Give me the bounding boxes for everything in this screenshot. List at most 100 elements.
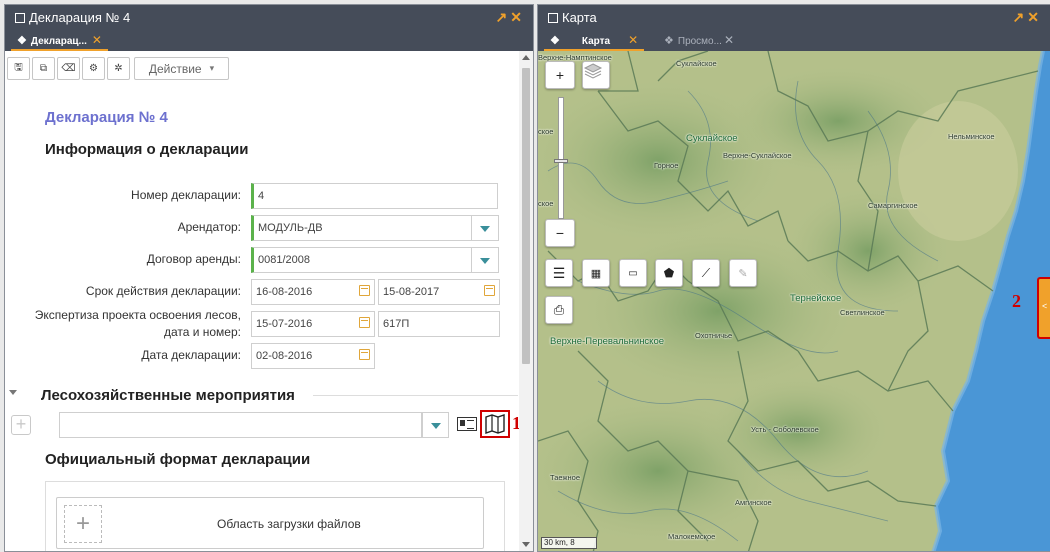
- scroll-thumb[interactable]: [522, 68, 530, 364]
- lease-dropdown-button[interactable]: [472, 247, 499, 273]
- print-button[interactable]: ⎙: [545, 296, 573, 324]
- zoom-slider[interactable]: [558, 97, 564, 219]
- cubes-icon: ❖: [664, 35, 674, 47]
- ruler-tool-button[interactable]: ▭: [619, 259, 647, 287]
- lease-select[interactable]: 0081/2008: [251, 247, 472, 273]
- menu-button[interactable]: ☰: [545, 259, 573, 287]
- vertical-scrollbar[interactable]: [519, 51, 533, 551]
- print-icon: ⎙: [553, 302, 565, 317]
- close-icon[interactable]: ✕: [1027, 9, 1042, 25]
- toolbar: 🖫 ⧉ ⌫ ⚙ ✲ Действие ▾: [7, 57, 229, 81]
- gears-icon: ⚙: [89, 63, 98, 74]
- edit-tool-button[interactable]: ✎: [729, 259, 757, 287]
- tab-close-icon[interactable]: ✕: [628, 33, 638, 47]
- cubes-icon: ❖: [17, 35, 27, 47]
- hamburger-icon: ☰: [552, 264, 566, 281]
- page-title: Декларация № 4: [45, 109, 168, 126]
- map-label: Верхне-Перевальнинское: [550, 336, 665, 347]
- window-restore-icon: [548, 13, 558, 23]
- number-field[interactable]: 4: [251, 183, 498, 209]
- tab-close-icon[interactable]: ✕: [92, 33, 102, 47]
- layers-icon: [583, 63, 603, 79]
- term-from-field[interactable]: 16-08-2016: [251, 279, 375, 305]
- eraser-button[interactable]: ⌫: [57, 57, 80, 80]
- expertise-number-field[interactable]: 617П: [378, 311, 500, 337]
- tab-preview[interactable]: ❖ Просмо... ✕: [658, 31, 740, 51]
- map-view[interactable]: Верхне-Намптинское Суклайское ское Сукла…: [538, 51, 1050, 551]
- grid-tool-button[interactable]: ▦: [582, 259, 610, 287]
- map-label: ское: [538, 127, 554, 136]
- map-label: Суклайское: [676, 59, 717, 68]
- forestry-dropdown-button[interactable]: [422, 412, 449, 438]
- expertise-date-field[interactable]: 15-07-2016: [251, 311, 375, 337]
- scale-bar: 30 km, 8: [541, 537, 597, 549]
- grid-icon: ▦: [590, 267, 602, 280]
- action-dropdown[interactable]: Действие ▾: [134, 57, 229, 80]
- zoom-in-button[interactable]: +: [545, 61, 575, 89]
- gear-icon: ✲: [114, 63, 123, 74]
- map-icon: [485, 414, 505, 434]
- calendar-icon[interactable]: [359, 317, 370, 328]
- copy-button[interactable]: ⧉: [32, 57, 55, 80]
- scroll-up-icon[interactable]: [522, 55, 530, 60]
- declaration-form-area: 🖫 ⧉ ⌫ ⚙ ✲ Действие ▾ Декларация № 4 Инфор…: [5, 51, 521, 551]
- copy-icon: ⧉: [39, 63, 48, 74]
- tenant-dropdown-button[interactable]: [472, 215, 499, 241]
- side-panel-toggle[interactable]: [1037, 277, 1050, 339]
- term-label: Срок действия декларации:: [85, 284, 241, 298]
- close-icon[interactable]: ✕: [510, 9, 525, 25]
- tab-close-icon[interactable]: ✕: [724, 33, 734, 47]
- map-label: Самаргинское: [868, 201, 918, 210]
- info-heading: Информация о декларации: [45, 141, 249, 158]
- map-label: Нельминское: [948, 132, 995, 141]
- gears-button[interactable]: ⚙: [82, 57, 105, 80]
- map-label: Суклайское: [686, 133, 738, 144]
- map-label: Таежное: [550, 473, 581, 482]
- save-button[interactable]: 🖫: [7, 57, 30, 80]
- scroll-down-icon[interactable]: [522, 542, 530, 547]
- forestry-heading: Лесохозяйственные мероприятия: [41, 387, 295, 404]
- upload-text: Область загрузки файлов: [217, 517, 361, 531]
- tab-map[interactable]: ❖ Карта ✕: [544, 31, 645, 51]
- panel-controls: ↗✕: [496, 9, 525, 26]
- add-icon[interactable]: +: [11, 415, 31, 435]
- line-tool-button[interactable]: ⟋: [692, 259, 720, 287]
- ruler-icon: ▭: [628, 267, 638, 279]
- term-to-field[interactable]: 15-08-2017: [378, 279, 500, 305]
- polygon-tool-button[interactable]: ⬟: [655, 259, 683, 287]
- cubes-icon: ❖: [550, 35, 560, 47]
- map-label: Охотничье: [695, 331, 733, 340]
- calendar-icon[interactable]: [484, 285, 495, 296]
- chevron-down-icon: ▾: [209, 63, 215, 73]
- calendar-icon[interactable]: [359, 285, 370, 296]
- map-panel-title: Карта: [548, 10, 597, 26]
- divider: [313, 395, 518, 396]
- map-label: Амгинское: [735, 498, 772, 507]
- expand-icon[interactable]: ↗: [496, 9, 511, 25]
- number-label: Номер декларации:: [131, 188, 241, 202]
- map-label: Усть - Соболевское: [751, 425, 819, 434]
- layers-button[interactable]: [582, 61, 610, 89]
- date-label: Дата декларации:: [141, 348, 241, 362]
- date-field[interactable]: 02-08-2016: [251, 343, 375, 369]
- map-label: ское: [538, 199, 554, 208]
- declaration-panel-header: Декларация № 4 ↗✕ ❖ Декларац... ✕: [5, 5, 533, 51]
- map-panel: Карта ↗✕ ❖ Карта ✕ ❖ Просмо... ✕ Верхне-…: [537, 4, 1050, 552]
- save-icon: 🖫: [14, 62, 23, 73]
- tab-declaration[interactable]: ❖ Декларац... ✕: [11, 31, 108, 51]
- settings-button[interactable]: ✲: [107, 57, 130, 80]
- forestry-select[interactable]: [59, 412, 422, 438]
- add-file-icon[interactable]: +: [64, 505, 102, 543]
- map-button[interactable]: [480, 410, 510, 438]
- upload-dropzone[interactable]: + Область загрузки файлов: [56, 497, 484, 549]
- map-label: Верхне-Суклайское: [723, 151, 792, 160]
- polygon-icon: ⬟: [663, 266, 675, 280]
- zoom-out-button[interactable]: −: [545, 219, 575, 247]
- zoom-slider-handle[interactable]: [554, 159, 568, 163]
- collapse-icon[interactable]: [9, 390, 17, 395]
- declaration-panel: Декларация № 4 ↗✕ ❖ Декларац... ✕ 🖫 ⧉ ⌫ ⚙ …: [4, 4, 534, 552]
- tenant-select[interactable]: МОДУЛЬ-ДВ: [251, 215, 472, 241]
- calendar-icon[interactable]: [359, 349, 370, 360]
- document-icon[interactable]: [457, 417, 477, 431]
- expand-icon[interactable]: ↗: [1013, 9, 1028, 25]
